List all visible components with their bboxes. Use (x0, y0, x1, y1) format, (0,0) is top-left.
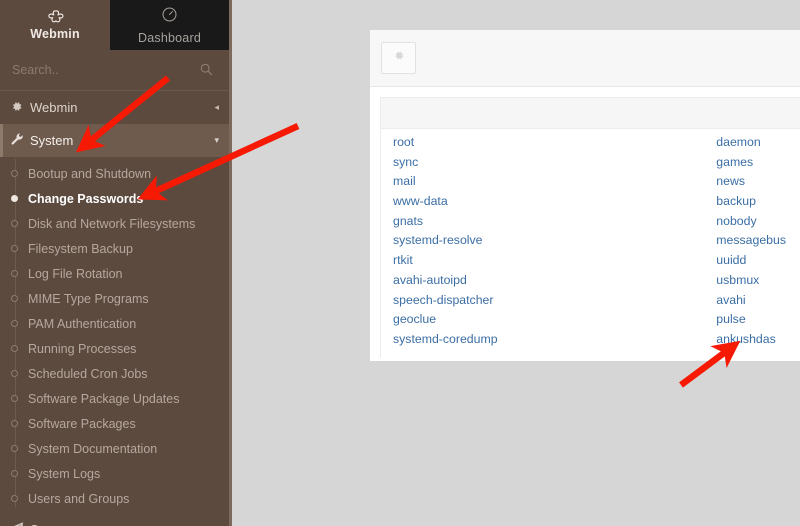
user-link[interactable]: avahi-autoipd (393, 271, 716, 291)
sidebar-item-label: PAM Authentication (28, 316, 137, 331)
bullet-icon (11, 244, 18, 252)
user-link[interactable]: geoclue (393, 310, 716, 330)
bullet-icon (11, 269, 18, 277)
user-link[interactable]: systemd-resolve (393, 231, 716, 251)
sidebar-item-filesystem-backup[interactable]: Filesystem Backup (0, 236, 229, 261)
sidebar-item-label: MIME Type Programs (28, 291, 149, 306)
chevron-down-icon[interactable]: ▾ (214, 135, 219, 146)
user-link[interactable]: mail (393, 172, 716, 192)
bullet-icon (11, 319, 18, 327)
tab-dashboard[interactable]: Dashboard (110, 0, 229, 50)
sidebar-item-system-documentation[interactable]: System Documentation (0, 436, 229, 461)
user-column-left: root sync mail www-data gnats systemd-re… (381, 133, 716, 350)
sidebar-header: Webmin Dashboard (0, 0, 229, 50)
sidebar-item-software-packages[interactable]: Software Packages (0, 411, 229, 436)
sidebar-item-label: System Documentation (28, 441, 158, 456)
sidebar-item-software-package-updates[interactable]: Software Package Updates (0, 386, 229, 411)
sidebar-item-label: Users and Groups (28, 491, 130, 506)
user-link[interactable]: gnats (393, 212, 716, 232)
bullet-icon (11, 169, 18, 177)
sidebar-item-label: Change Passwords (28, 191, 144, 206)
user-link[interactable]: usbmux (716, 271, 800, 291)
search-container[interactable] (0, 50, 229, 91)
sidebar-item-label: System Logs (28, 466, 101, 481)
user-link[interactable]: root (393, 133, 716, 153)
sidebar-item-label: Disk and Network Filesystems (28, 216, 196, 231)
sidebar-item-log-file-rotation[interactable]: Log File Rotation (0, 261, 229, 286)
sidebar-group-system[interactable]: System ▾ (0, 124, 229, 157)
sidebar-item-label: Log File Rotation (28, 266, 123, 281)
tab-dashboard-label: Dashboard (138, 30, 201, 45)
sidebar-item-disk-and-network-filesystems[interactable]: Disk and Network Filesystems (0, 211, 229, 236)
sidebar-item-label: Software Packages (28, 416, 136, 431)
user-link[interactable]: ankushdas (716, 330, 800, 350)
bullet-icon (11, 219, 18, 227)
user-link[interactable]: news (716, 172, 800, 192)
sidebar-item-change-passwords[interactable]: Change Passwords (0, 186, 229, 211)
bullet-icon (11, 194, 18, 202)
sidebar-item-mime-type-programs[interactable]: MIME Type Programs (0, 286, 229, 311)
sidebar: Webmin Dashboard Search.. Webmin ◂ Syste… (0, 0, 229, 526)
gear-icon (392, 49, 405, 67)
sidebar-item-bootup-and-shutdown[interactable]: Bootup and Shutdown (0, 161, 229, 186)
user-link[interactable]: avahi (716, 291, 800, 311)
user-link[interactable]: backup (716, 192, 800, 212)
sidebar-group-label: Servers (30, 522, 214, 526)
sidebar-item-users-and-groups[interactable]: Users and Groups (0, 486, 229, 511)
sidebar-divider (229, 0, 232, 526)
sidebar-item-scheduled-cron-jobs[interactable]: Scheduled Cron Jobs (0, 361, 229, 386)
user-link[interactable]: www-data (393, 192, 716, 212)
user-link[interactable]: pulse (716, 310, 800, 330)
bullet-icon (11, 294, 18, 302)
content-panel: root sync mail www-data gnats systemd-re… (370, 30, 800, 361)
bullet-icon (11, 444, 18, 452)
user-table: root sync mail www-data gnats systemd-re… (380, 97, 800, 358)
user-link[interactable]: systemd-coredump (393, 330, 716, 350)
panel-toolbar (370, 30, 800, 87)
sidebar-item-label: Running Processes (28, 341, 137, 356)
brand-webmin[interactable]: Webmin (0, 0, 110, 50)
user-column-right: daemon games news backup nobody messageb… (716, 133, 800, 350)
bullet-icon (11, 369, 18, 377)
search-icon[interactable] (200, 63, 213, 81)
bullet-icon (11, 394, 18, 402)
sidebar-item-label: Filesystem Backup (28, 241, 133, 256)
user-link[interactable]: games (716, 153, 800, 173)
user-link[interactable]: daemon (716, 133, 800, 153)
search-input[interactable] (10, 58, 194, 82)
gauge-icon (161, 6, 178, 28)
sidebar-item-pam-authentication[interactable]: PAM Authentication (0, 311, 229, 336)
user-table-area: root sync mail www-data gnats systemd-re… (370, 87, 800, 358)
sidebar-item-label: Scheduled Cron Jobs (28, 366, 148, 381)
brand-label: Webmin (30, 26, 80, 41)
module-config-button[interactable] (381, 42, 416, 74)
wrench-icon (10, 132, 30, 149)
bullet-icon (11, 419, 18, 427)
user-link[interactable]: messagebus (716, 231, 800, 251)
sidebar-group-servers[interactable]: Servers ◂ (0, 513, 229, 526)
user-link[interactable]: sync (393, 153, 716, 173)
user-table-body: root sync mail www-data gnats systemd-re… (381, 129, 800, 358)
user-link[interactable]: uuidd (716, 251, 800, 271)
sidebar-group-label: System (30, 133, 74, 148)
sidebar-item-running-processes[interactable]: Running Processes (0, 336, 229, 361)
sidebar-item-label: Bootup and Shutdown (28, 166, 152, 181)
paper-plane-icon (10, 521, 30, 526)
bullet-icon (11, 344, 18, 352)
sidebar-group-label: Webmin (30, 100, 78, 115)
bullet-icon (11, 494, 18, 502)
bullet-icon (11, 469, 18, 477)
gear-icon (10, 100, 30, 116)
user-link[interactable]: nobody (716, 212, 800, 232)
sidebar-item-label: Software Package Updates (28, 391, 180, 406)
sidebar-subitems-system: Bootup and Shutdown Change Passwords Dis… (0, 157, 229, 513)
webmin-logo-icon (46, 9, 64, 25)
sidebar-group-webmin[interactable]: Webmin ◂ (0, 91, 229, 124)
chevron-left-icon[interactable]: ◂ (214, 102, 219, 113)
user-table-header (381, 98, 800, 129)
sidebar-item-system-logs[interactable]: System Logs (0, 461, 229, 486)
user-link[interactable]: speech-dispatcher (393, 291, 716, 311)
user-link[interactable]: rtkit (393, 251, 716, 271)
